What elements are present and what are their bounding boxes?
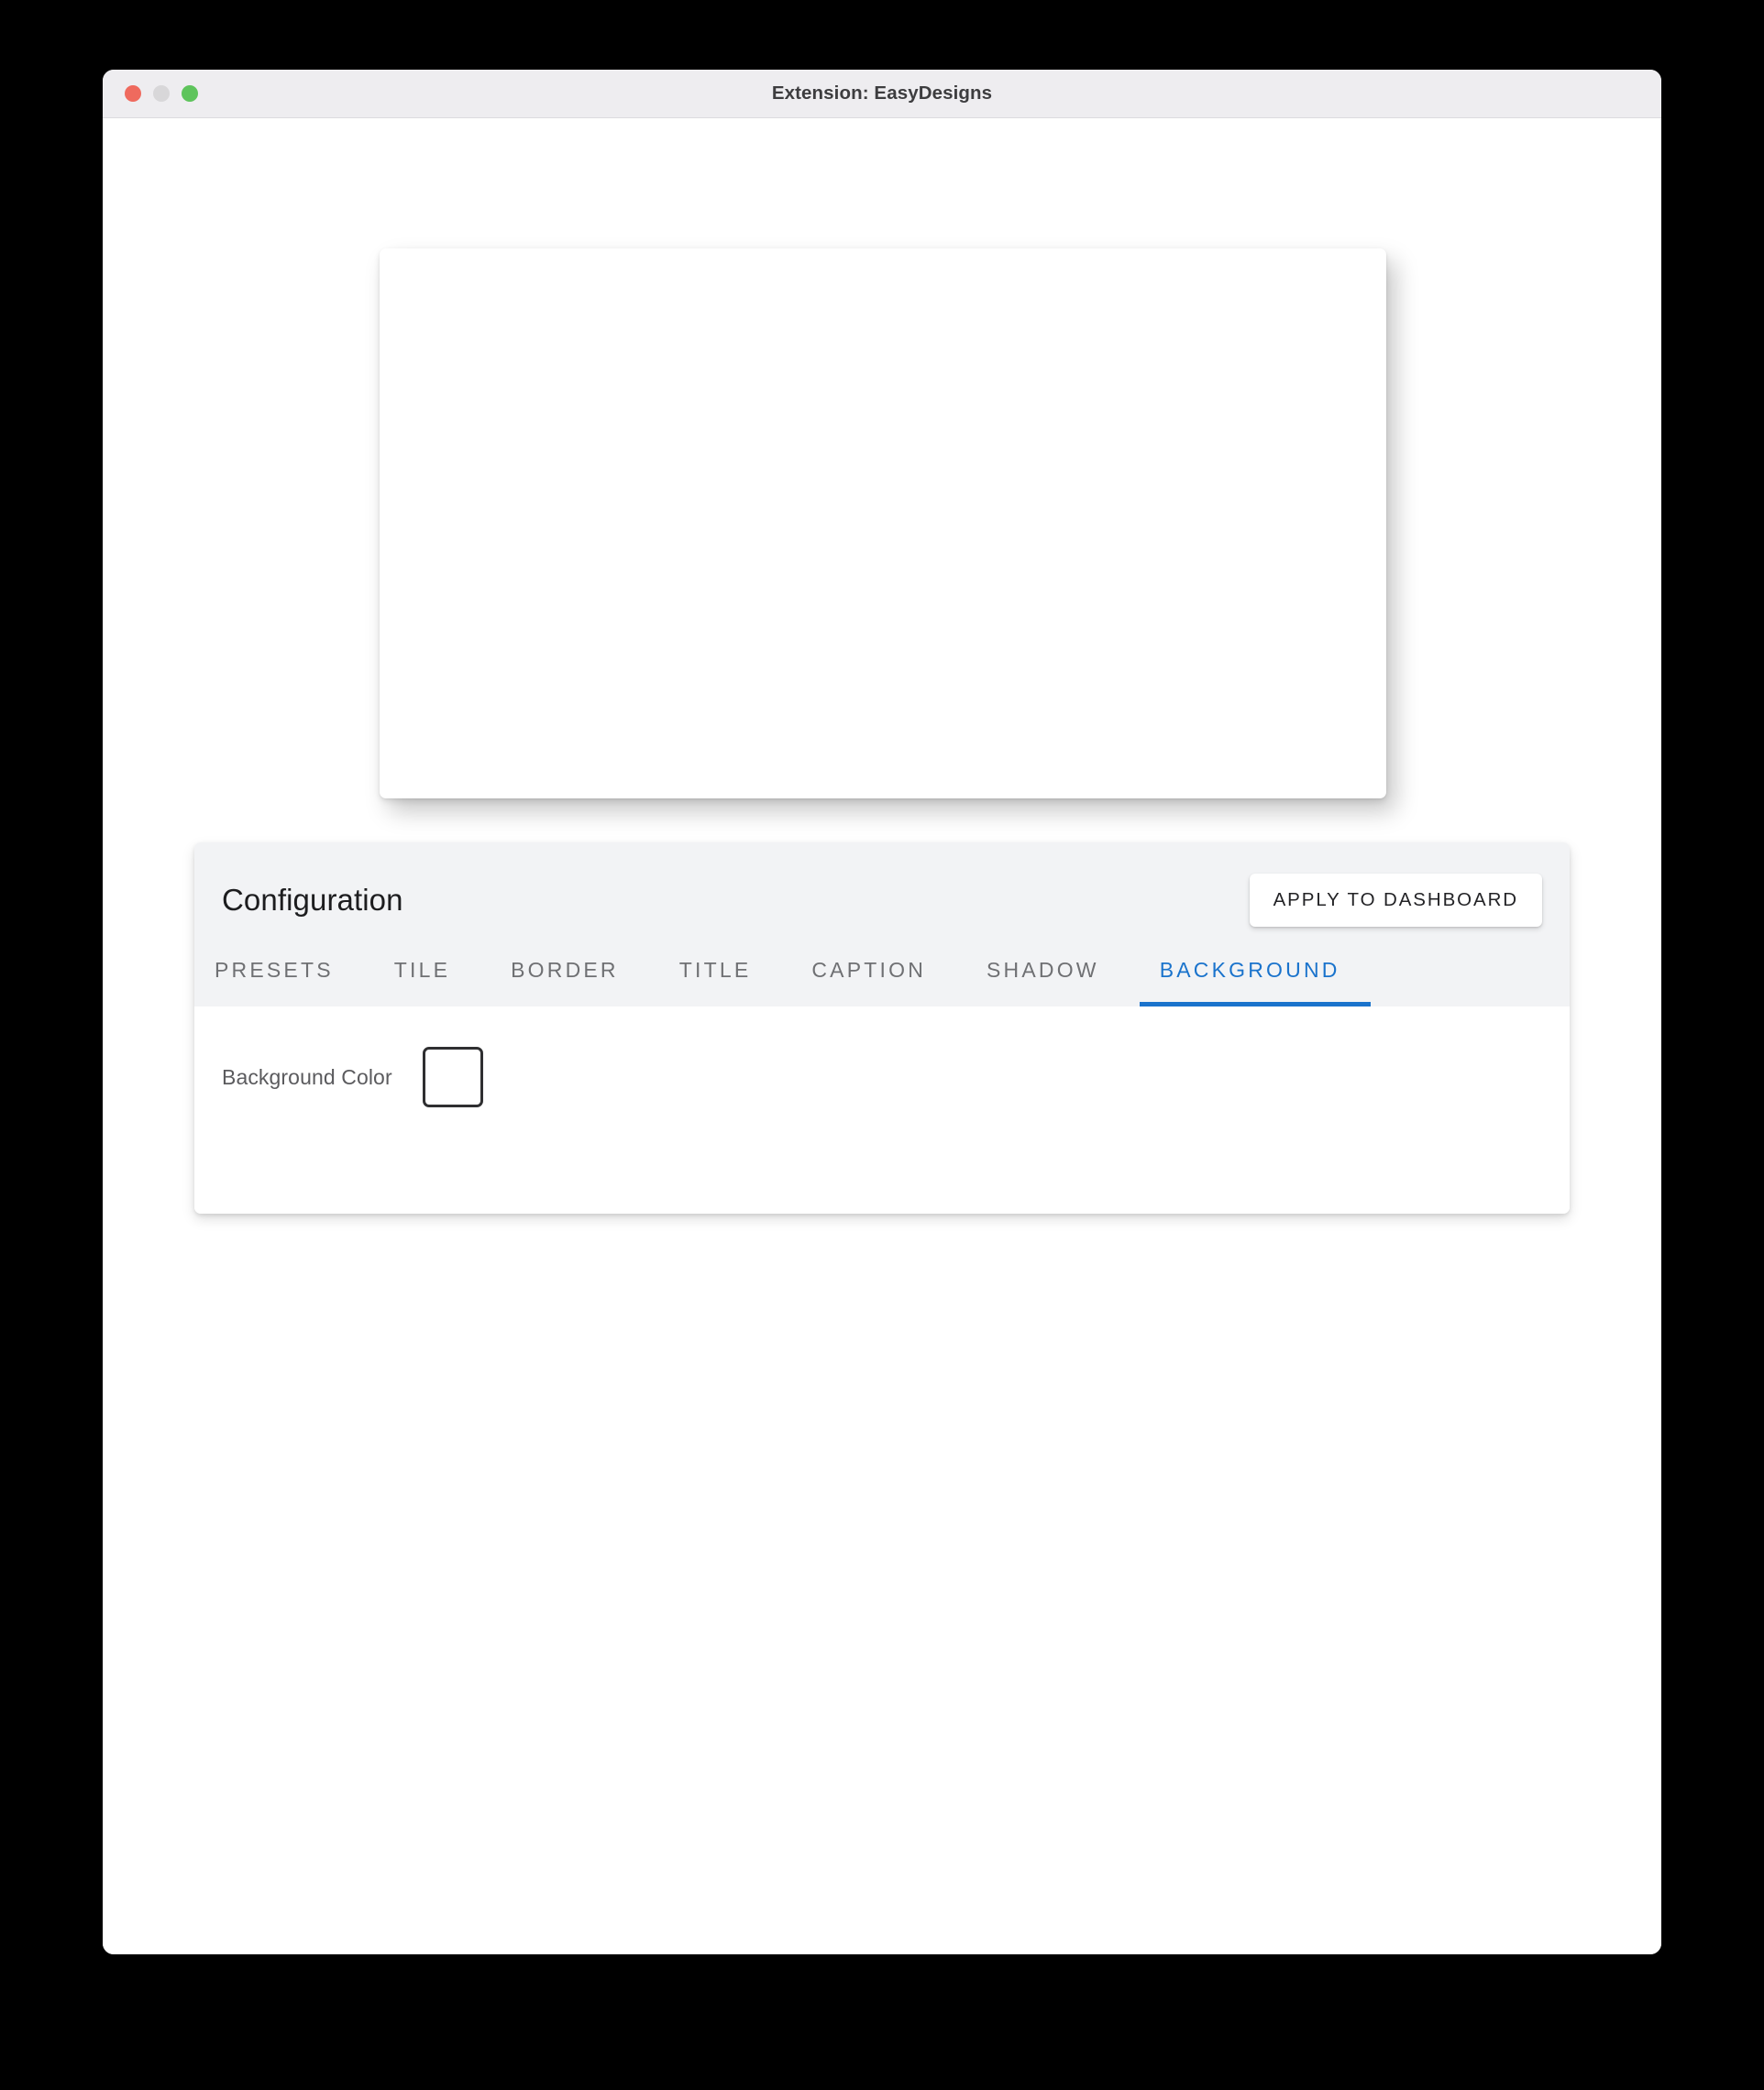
tab-tile[interactable]: TILE bbox=[394, 949, 450, 1006]
tab-background[interactable]: BACKGROUND bbox=[1139, 949, 1371, 1006]
tab-border[interactable]: BORDER bbox=[511, 949, 619, 1006]
zoom-window-button[interactable] bbox=[182, 85, 198, 102]
background-color-swatch[interactable] bbox=[422, 1047, 483, 1107]
window-body: Configuration APPLY TO DASHBOARD PRESETS… bbox=[103, 118, 1661, 1954]
tab-title[interactable]: TITLE bbox=[679, 949, 752, 1006]
configuration-header-zone: Configuration APPLY TO DASHBOARD PRESETS… bbox=[194, 842, 1570, 1006]
configuration-header: Configuration APPLY TO DASHBOARD bbox=[194, 842, 1570, 949]
background-color-label: Background Color bbox=[222, 1064, 392, 1089]
minimize-window-button[interactable] bbox=[153, 85, 170, 102]
close-window-button[interactable] bbox=[125, 85, 141, 102]
background-color-field: Background Color bbox=[222, 1047, 1542, 1107]
tab-caption[interactable]: CAPTION bbox=[811, 949, 926, 1006]
page-title: Configuration bbox=[222, 883, 403, 917]
window-title: Extension: EasyDesigns bbox=[771, 82, 993, 104]
window-titlebar: Extension: EasyDesigns bbox=[103, 70, 1661, 118]
tab-presets[interactable]: PRESETS bbox=[215, 949, 334, 1006]
configuration-panel: Configuration APPLY TO DASHBOARD PRESETS… bbox=[194, 842, 1570, 1214]
apply-to-dashboard-button[interactable]: APPLY TO DASHBOARD bbox=[1249, 874, 1542, 927]
background-tab-panel: Background Color bbox=[194, 1006, 1570, 1214]
configuration-tabs: PRESETS TILE BORDER TITLE CAPTION SHADOW… bbox=[194, 949, 1570, 1006]
window-controls bbox=[125, 85, 198, 102]
dashboard-preview-card[interactable] bbox=[380, 248, 1386, 798]
tab-shadow[interactable]: SHADOW bbox=[987, 949, 1099, 1006]
application-window: Extension: EasyDesigns Configuration APP… bbox=[103, 70, 1661, 1954]
